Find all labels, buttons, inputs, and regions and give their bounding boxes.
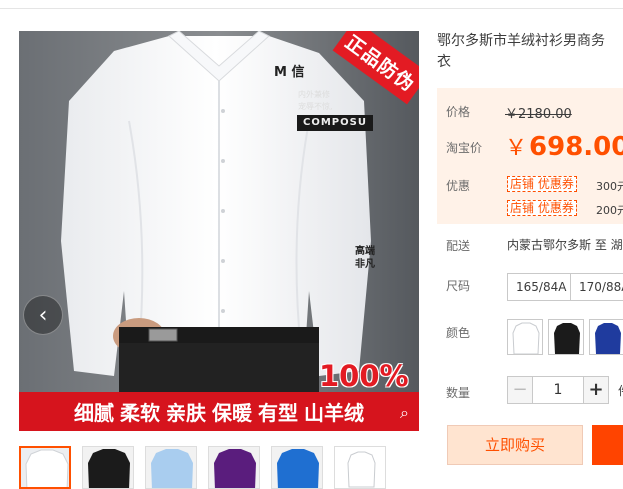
thumbnail-strip [19,446,419,489]
taobao-price: ￥698.00 [505,130,623,162]
shipping-label: 配送 [446,239,471,253]
thumbnail-shirt [146,447,196,488]
color-option-navy[interactable] [589,319,623,355]
banner-word: 亲肤 [166,401,206,425]
taobao-price-label: 淘宝价 [446,141,483,155]
size-option[interactable]: 170/88A [570,273,623,301]
composure-label: COMPOSU [297,115,373,131]
top-divider [0,8,623,9]
orig-price-value: ￥2180.00 [505,107,572,122]
shop-coupon-tag[interactable]: 店铺 优惠券 [507,176,577,192]
color-option-black[interactable] [548,319,584,355]
color-option-white[interactable] [507,319,543,355]
thumbnail-shirt [335,447,385,488]
banner-word: 保暖 [212,401,252,425]
color-swatch-shirt [595,323,621,354]
banner-word: 山羊绒 [304,401,364,425]
product-title: 鄂尔多斯市羊绒衬衫男商务 衣 [437,31,623,73]
buy-now-button[interactable]: 立即购买 [447,425,583,465]
prev-image-button[interactable]: ‹ [23,295,63,335]
taobao-price-value: 698.00 [529,132,623,162]
thumbnail-3[interactable] [145,446,197,489]
thumbnail-4[interactable] [208,446,260,489]
zoom-icon[interactable]: ⌕ [400,403,409,423]
size-option[interactable]: 165/84A [507,273,576,301]
side-line-1: 高端 [355,246,375,257]
tagline-line-1: 内外兼修 [298,90,330,99]
thumbnail-shirt [21,448,69,487]
quantity-decrease-button[interactable]: − [507,376,533,404]
thumbnail-6[interactable] [334,446,386,489]
feature-banner: 细腻 柔软 亲肤 保暖 有型 山羊绒 [19,392,419,431]
quantity-input[interactable]: 1 [532,376,584,404]
shipping-route[interactable]: 内蒙古鄂尔多斯 至 湖 [507,236,623,253]
percent-text: 100% [319,359,409,393]
banner-word: 有型 [258,401,298,425]
product-title-line-2: 衣 [437,54,451,70]
brand-overlay-text: M 信 [274,65,305,80]
tagline-text: 内外兼修 宠辱不惊, [298,89,333,113]
thumbnail-shirt [209,447,259,488]
side-line-2: 非凡 [355,259,375,270]
banner-word: 细腻 [74,401,114,425]
thumbnail-2[interactable] [82,446,134,489]
side-text: 高端 非凡 [355,245,375,271]
thumbnail-shirt [83,447,133,488]
orig-price-label: 价格 [446,105,471,119]
add-to-cart-button[interactable] [592,425,623,465]
tagline-line-2: 宠辱不惊, [298,102,333,111]
coupon-value: 200元 [596,204,623,217]
size-label: 尺码 [446,279,471,293]
quantity-increase-button[interactable]: + [583,376,609,404]
currency-symbol: ￥ [505,136,528,161]
thumbnail-shirt [272,447,322,488]
promo-label: 优惠 [446,179,471,193]
quantity-label: 数量 [446,386,471,400]
thumbnail-5[interactable] [271,446,323,489]
coupon-value: 300元 [596,180,623,193]
banner-word: 柔软 [120,401,160,425]
shop-coupon-tag[interactable]: 店铺 优惠券 [507,200,577,216]
main-product-photo[interactable]: M 信 内外兼修 宠辱不惊, COMPOSU 高端 非凡 正品防伪 ‹ 100%… [19,31,419,431]
color-label: 颜色 [446,326,471,340]
color-swatch-shirt [512,322,540,354]
chevron-left-icon: ‹ [38,302,48,328]
quantity-unit: 件 [618,382,623,399]
color-swatch-shirt [554,323,580,354]
thumbnail-1[interactable] [19,446,71,489]
product-title-line-1: 鄂尔多斯市羊绒衬衫男商务 [437,33,605,49]
